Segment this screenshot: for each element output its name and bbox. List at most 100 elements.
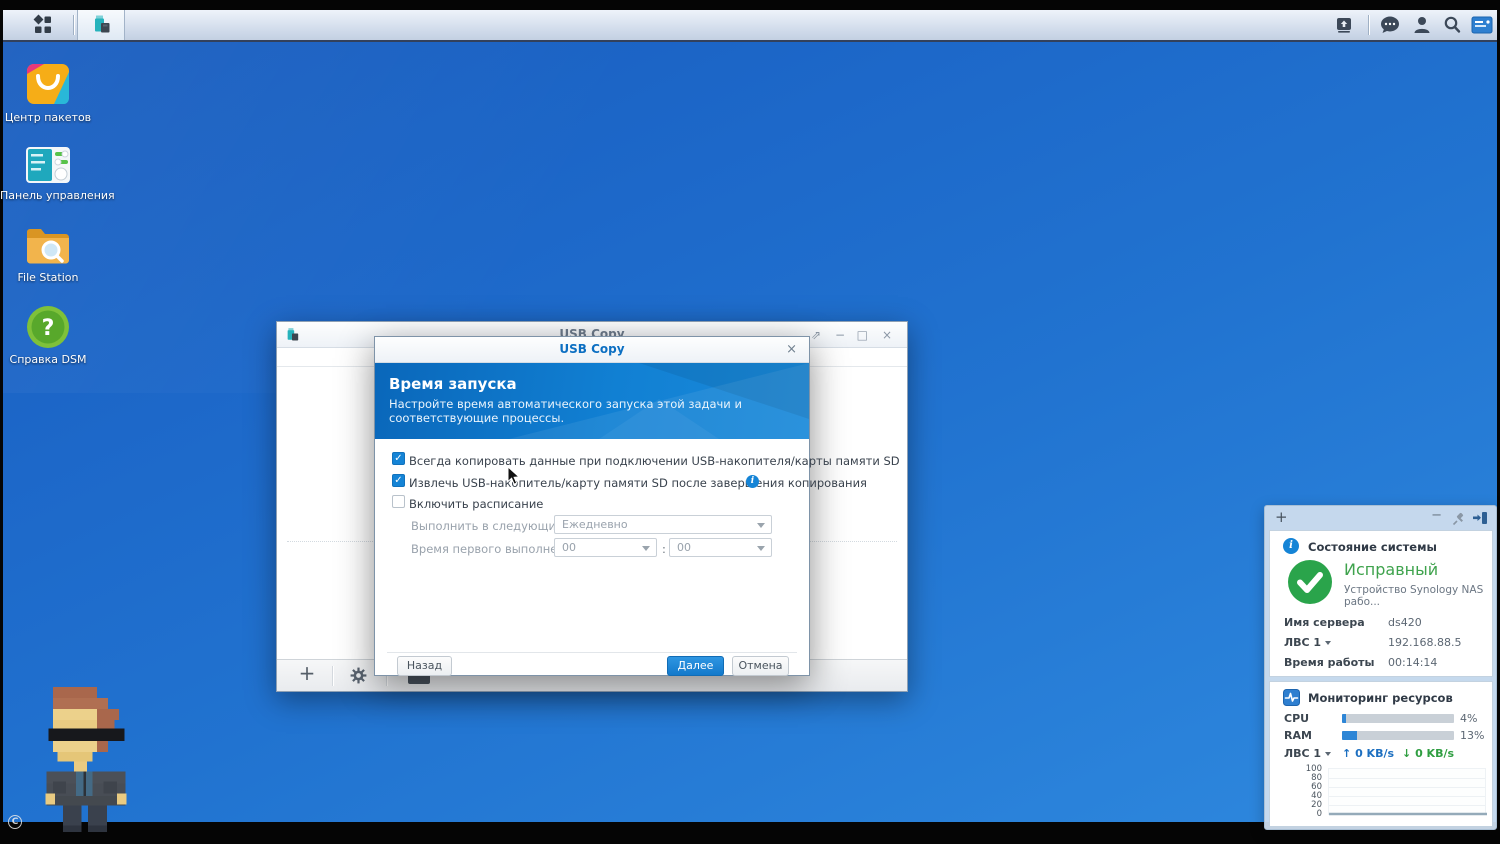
wizard-title: Время запуска — [389, 375, 517, 393]
widgets-button[interactable] — [1467, 10, 1497, 40]
back-button[interactable]: Назад — [397, 656, 452, 676]
window-maximize-button[interactable]: □ — [857, 327, 868, 343]
health-status-detail: Устройство Synology NAS рабо... — [1344, 584, 1484, 608]
taskbar-divider — [73, 15, 74, 35]
uptime-label: Время работы — [1284, 656, 1375, 669]
desktop-icon-file-station[interactable]: File Station — [0, 226, 96, 284]
close-icon: × — [786, 342, 797, 357]
plus-icon: + — [1275, 508, 1288, 526]
lan1-label[interactable]: ЛВС 1 — [1284, 636, 1332, 649]
desktop-icon-package-center[interactable]: Центр пакетов — [0, 62, 96, 124]
desktop-icon-control-panel[interactable]: Панель управления — [0, 146, 115, 202]
plus-icon: + — [298, 661, 316, 685]
chevron-down-icon — [757, 546, 765, 551]
ram-label: RAM — [1284, 729, 1312, 742]
window-popout-button[interactable]: ⇗ — [811, 327, 821, 343]
copyright-badge: C — [8, 815, 22, 829]
usb-copy-dialog: USB Copy × Время запуска Настройте время… — [374, 336, 900, 676]
chevron-down-icon — [1325, 641, 1332, 645]
desktop-icon-dsm-help[interactable]: ? Справка DSM — [0, 304, 96, 366]
window-close-button[interactable]: × — [882, 327, 892, 343]
copyright-glyph: C — [11, 817, 19, 827]
desktop-icon-label: Центр пакетов — [4, 111, 92, 124]
lan-monitor-label-text: ЛВС 1 — [1284, 747, 1322, 760]
window-minimize-button[interactable]: − — [835, 327, 845, 343]
package-center-icon — [24, 62, 72, 106]
chat-button[interactable] — [1375, 10, 1405, 40]
next-button[interactable]: Далее — [667, 656, 724, 676]
uptime-value: 00:14:14 — [1388, 656, 1438, 669]
pin-icon — [1452, 512, 1464, 526]
server-name-label: Имя сервера — [1284, 616, 1365, 629]
collapse-panel-button[interactable]: − — [1431, 508, 1442, 523]
footer-divider — [387, 652, 797, 653]
lan-chart — [1328, 768, 1486, 815]
user-button[interactable] — [1407, 10, 1437, 40]
chat-bubble-icon — [1381, 16, 1399, 33]
upload-arrow-icon: ↑ — [1342, 747, 1352, 760]
svg-text:?: ? — [42, 316, 55, 341]
lan1-label-text: ЛВС 1 — [1284, 636, 1322, 649]
ram-bar — [1342, 731, 1454, 740]
next-button-label: Далее — [677, 659, 714, 672]
toolbar-divider — [332, 666, 333, 686]
pin-panel-button[interactable] — [1452, 511, 1466, 530]
upload-value: 0 KB/s — [1355, 747, 1395, 760]
resource-monitor-title: Мониторинг ресурсов — [1308, 691, 1453, 705]
maximize-icon: □ — [856, 328, 868, 342]
hour-select-value: 00 — [562, 541, 576, 554]
system-health-title: Состояние системы — [1308, 540, 1437, 554]
file-station-icon — [24, 226, 72, 266]
gear-icon — [350, 667, 367, 684]
checkbox-enable-schedule[interactable] — [392, 495, 405, 508]
minute-select[interactable]: 00 — [669, 538, 772, 557]
cpu-label: CPU — [1284, 712, 1310, 725]
dock-panel-button[interactable] — [1472, 510, 1488, 529]
cancel-button[interactable]: Отмена — [732, 656, 789, 676]
main-menu-icon — [33, 14, 51, 33]
days-select-value: Ежедневно — [562, 518, 628, 531]
tray-divider — [1368, 15, 1369, 35]
checkbox-eject-after-copy[interactable]: ✓ — [392, 474, 405, 487]
usb-copy-task-button[interactable] — [77, 10, 125, 40]
wizard-description: Настройте время автоматического запуска … — [389, 397, 742, 425]
main-menu-button[interactable] — [17, 10, 69, 40]
search-button[interactable] — [1437, 10, 1467, 40]
dialog-titlebar[interactable]: USB Copy × — [375, 337, 809, 363]
minimize-icon: − — [834, 328, 845, 342]
widgets-panel: + − i Состояние системы Исправный Устрой… — [1264, 505, 1497, 830]
health-status-icon — [1288, 560, 1332, 604]
desktop-icon-label: Справка DSM — [9, 353, 87, 366]
check-icon: ✓ — [394, 475, 403, 486]
ram-bar-fill — [1342, 731, 1357, 740]
download-arrow-icon: ↓ — [1402, 747, 1412, 760]
user-icon — [1414, 17, 1430, 33]
screen: Центр пакетов Панель управления File Sta… — [0, 0, 1500, 844]
minus-icon: − — [1431, 508, 1442, 523]
add-widget-button[interactable]: + — [1275, 508, 1288, 526]
dialog-title: USB Copy — [559, 342, 625, 356]
download-value: 0 KB/s — [1415, 747, 1455, 760]
time-separator: : — [662, 542, 666, 556]
checkbox-always-copy[interactable]: ✓ — [392, 452, 405, 465]
widgets-icon — [1471, 16, 1493, 34]
dialog-close-button[interactable]: × — [786, 342, 797, 358]
external-device-button[interactable] — [1329, 10, 1359, 40]
control-panel-icon — [24, 146, 72, 184]
checkbox-eject-after-copy-label: Извлечь USB-накопитель/карту памяти SD п… — [409, 476, 867, 490]
dock-icon — [1473, 512, 1487, 524]
days-select[interactable]: Ежедневно — [554, 515, 772, 534]
health-status-text: Исправный — [1344, 560, 1439, 579]
close-icon: × — [881, 328, 892, 342]
cancel-button-label: Отмена — [738, 659, 783, 672]
back-button-label: Назад — [406, 659, 443, 672]
chevron-down-icon — [642, 546, 650, 551]
lan-upload: ↑ 0 KB/s — [1342, 747, 1394, 760]
add-task-button[interactable]: + — [293, 661, 321, 691]
info-icon[interactable]: i — [746, 475, 759, 488]
taskbar — [3, 10, 1497, 42]
lan-monitor-label[interactable]: ЛВС 1 — [1284, 747, 1332, 760]
health-info-icon[interactable]: i — [1283, 538, 1299, 554]
settings-button[interactable] — [349, 666, 368, 689]
hour-select[interactable]: 00 — [554, 538, 657, 557]
